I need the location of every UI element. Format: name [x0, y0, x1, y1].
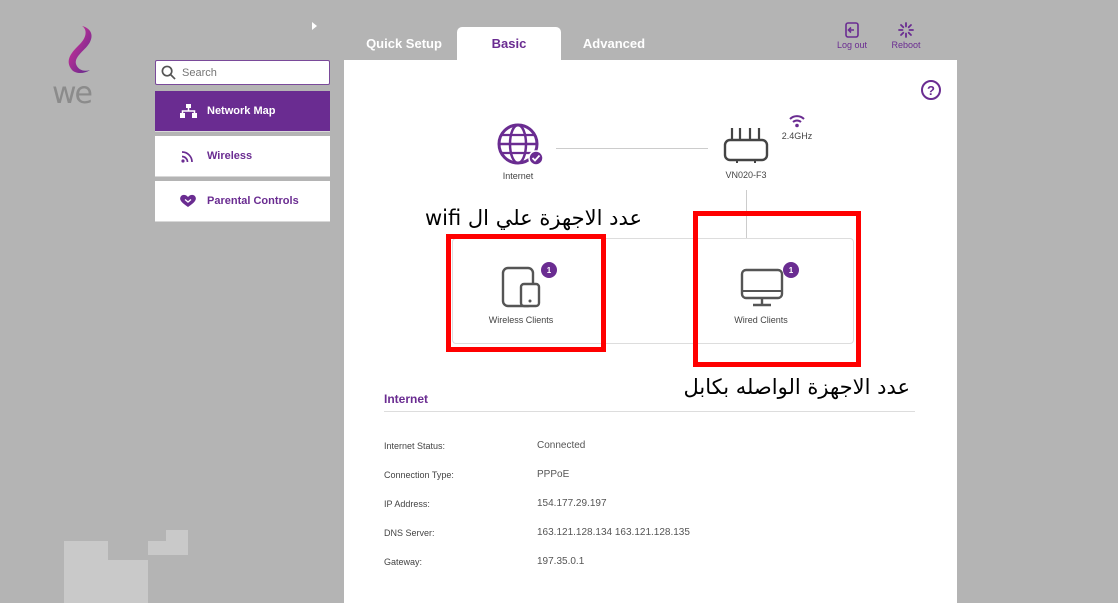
- logout-icon: [845, 22, 859, 38]
- tab-advanced[interactable]: Advanced: [570, 27, 658, 60]
- internet-node-label: Internet: [502, 171, 534, 181]
- wifi-devices-annotation: عدد الاجهزة علي ال wifi: [425, 206, 642, 230]
- background-decoration: [166, 530, 188, 552]
- ip-address-value: 154.177.29.197: [537, 498, 607, 509]
- logout-button[interactable]: Log out: [830, 22, 874, 50]
- reboot-label: Reboot: [891, 40, 921, 50]
- dns-server-label: DNS Server:: [384, 528, 435, 538]
- sidebar-item-network-map[interactable]: Network Map: [155, 91, 330, 132]
- internet-section-title: Internet: [384, 392, 429, 406]
- cable-devices-annotation: عدد الاجهزة الواصله بكابل: [683, 375, 910, 399]
- ip-address-label: IP Address:: [384, 499, 430, 509]
- gateway-value: 197.35.0.1: [537, 556, 585, 567]
- sidebar-item-label: Parental Controls: [207, 195, 299, 207]
- mouse-cursor-icon: [312, 22, 317, 30]
- internet-status-label: Internet Status:: [384, 441, 446, 451]
- sidebar-item-label: Wireless: [207, 150, 253, 162]
- help-icon[interactable]: ?: [921, 80, 941, 100]
- gateway-label: Gateway:: [384, 557, 423, 567]
- sidebar-item-wireless[interactable]: Wireless: [155, 136, 330, 177]
- wired-highlight-box: [693, 211, 861, 367]
- tab-quick-setup[interactable]: Quick Setup: [358, 27, 450, 60]
- wireless-highlight-box: [446, 234, 606, 352]
- router-icon[interactable]: [722, 126, 770, 164]
- reboot-icon: [898, 22, 914, 38]
- wifi-icon: [179, 149, 197, 163]
- tab-basic[interactable]: Basic: [457, 27, 561, 60]
- logout-label: Log out: [836, 40, 868, 50]
- search-icon: [161, 65, 176, 80]
- search-input[interactable]: [182, 66, 322, 79]
- section-divider: [384, 411, 915, 412]
- connection-line: [556, 148, 708, 149]
- network-icon: [179, 104, 197, 118]
- background-decoration: [86, 590, 146, 603]
- reboot-button[interactable]: Reboot: [884, 22, 928, 50]
- connection-type-value: PPPoE: [537, 469, 570, 480]
- router-label: VN020-F3: [725, 170, 767, 180]
- wifi-signal-icon: [789, 115, 805, 128]
- search-box[interactable]: [155, 60, 330, 85]
- dns-server-value: 163.121.128.134 163.121.128.135: [537, 527, 690, 538]
- sidebar-item-label: Network Map: [207, 105, 276, 117]
- heart-icon: [179, 194, 197, 208]
- sidebar-item-parental-controls[interactable]: Parental Controls: [155, 181, 330, 222]
- we-logo-text: we: [52, 76, 93, 111]
- internet-status-value: Connected: [537, 440, 586, 451]
- band-label: 2.4GHz: [781, 131, 813, 141]
- internet-globe-icon[interactable]: [497, 123, 545, 167]
- connection-type-label: Connection Type:: [384, 470, 454, 480]
